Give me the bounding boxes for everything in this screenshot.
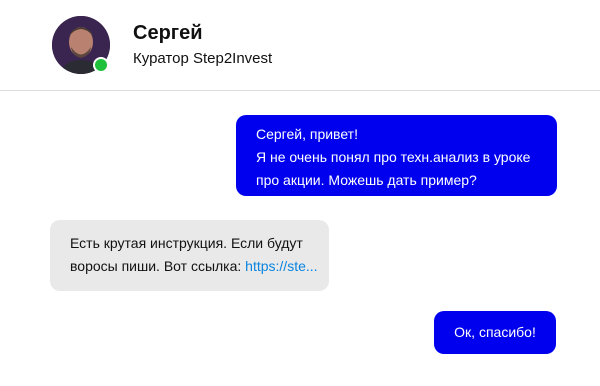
message-line: Сергей, привет! [256,126,358,142]
contact-role: Куратор Step2Invest [133,50,273,67]
outgoing-message: Ок, спасибо! [434,311,556,354]
message-line: воросы пиши. Вот ссылка: https://ste... [70,255,318,278]
outgoing-message: Сергей, привет! Я не очень понял про тех… [236,115,557,196]
message-line: про акции. Можешь дать пример? [256,172,477,188]
message-text: воросы пиши. Вот ссылка: [70,258,246,274]
message-line: Я не очень понял про техн.анализ в уроке [256,149,531,165]
message-line: Есть крутая инструкция. Если будут [70,235,303,251]
online-status-dot [93,57,109,73]
chat-header: Сергей Куратор Step2Invest [0,0,600,91]
incoming-message: Есть крутая инструкция. Если будут ворос… [50,220,329,291]
message-text: Ок, спасибо! [454,324,536,340]
contact-name: Сергей [133,22,203,44]
message-link[interactable]: https://ste... [245,258,317,274]
avatar[interactable] [52,16,110,74]
